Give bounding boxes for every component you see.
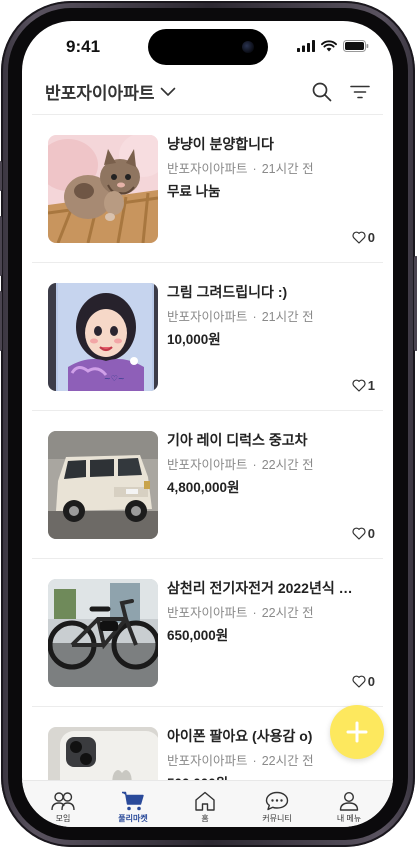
action-button	[0, 161, 2, 191]
item-price: 650,000원	[167, 628, 229, 643]
tab-my-menu[interactable]: 내 메뉴	[314, 784, 384, 826]
separator: ·	[252, 162, 257, 176]
item-meta: 반포자이아파트 · 21시간 전	[167, 306, 314, 325]
camera-icon	[242, 41, 254, 53]
volume-up-button	[0, 216, 2, 276]
cart-icon	[122, 791, 144, 811]
item-location: 반포자이아파트	[167, 606, 248, 620]
item-time: 22시간 전	[261, 458, 314, 472]
battery-icon	[343, 40, 369, 52]
item-meta: 반포자이아파트 · 21시간 전	[167, 158, 314, 177]
item-price: 10,000원	[167, 332, 221, 347]
tab-label: 커뮤니티	[262, 814, 292, 823]
item-price: 500,000원	[167, 772, 228, 780]
item-price: 4,800,000원	[167, 480, 240, 495]
item-location: 반포자이아파트	[167, 458, 248, 472]
tab-home[interactable]: 홈	[170, 784, 240, 826]
tab-label: 홈	[201, 814, 209, 823]
search-icon[interactable]	[310, 80, 334, 104]
heart-icon	[352, 675, 366, 688]
tab-label: 모임	[55, 814, 71, 823]
product-list: 냥냥이 분양합니다 반포자이아파트 · 21시간 전 무료 나눔 0 ~♡~ 그…	[22, 114, 393, 780]
separator: ·	[252, 310, 257, 324]
heart-icon	[352, 527, 366, 540]
status-time: 9:41	[66, 37, 101, 56]
item-price: 무료 나눔	[167, 184, 221, 199]
app-header: 반포자이아파트	[22, 71, 393, 113]
item-title: 그림 그려드립니다 :)	[167, 284, 288, 300]
heart-icon	[352, 379, 366, 392]
location-label: 반포자이아파트	[45, 84, 155, 103]
caricature-drawing: ~♡~	[48, 283, 158, 391]
chat-bubble-icon	[265, 791, 289, 811]
person-icon	[339, 791, 359, 811]
item-meta: 반포자이아파트 · 22시간 전	[167, 454, 314, 473]
tab-market[interactable]: 풀리마켓	[98, 784, 168, 826]
chevron-down-icon	[161, 87, 176, 96]
like-count-value: 1	[367, 378, 375, 393]
like-count[interactable]: 0	[352, 526, 375, 541]
list-item[interactable]: ~♡~ 그림 그려드립니다 :) 반포자이아파트 · 21시간 전 10,000원 …	[32, 262, 383, 411]
item-location: 반포자이아파트	[167, 310, 248, 324]
cellular-signal-icon	[297, 40, 315, 52]
item-location: 반포자이아파트	[167, 754, 248, 768]
separator: ·	[252, 606, 257, 620]
separator: ·	[252, 458, 257, 472]
status-icons	[297, 40, 369, 52]
item-title: 삼천리 전기자전거 2022년식 …	[167, 580, 353, 596]
heart-icon	[352, 231, 366, 244]
like-count-value: 0	[367, 674, 375, 689]
plus-icon	[346, 721, 368, 743]
filter-icon[interactable]	[348, 80, 372, 104]
svg-text:~♡~: ~♡~	[104, 374, 125, 383]
white-car-photo	[48, 431, 158, 539]
list-item[interactable]: 아이폰 팔아요 (사용감 o) 반포자이아파트·22시간 전 500,000원	[32, 706, 383, 780]
tab-label: 내 메뉴	[336, 814, 362, 823]
like-count-value: 0	[367, 230, 375, 245]
like-count[interactable]: 0	[352, 230, 375, 245]
item-meta: 반포자이아파트 · 22시간 전	[167, 750, 314, 769]
dynamic-island	[148, 29, 268, 65]
home-icon	[195, 791, 215, 811]
item-meta: 반포자이아파트 · 22시간 전	[167, 602, 314, 621]
item-time: 21시간 전	[261, 162, 314, 176]
tab-meetings[interactable]: 모임	[28, 784, 98, 826]
location-dropdown[interactable]: 반포자이아파트	[45, 79, 176, 104]
list-item[interactable]: 냥냥이 분양합니다 반포자이아파트 · 21시간 전 무료 나눔 0	[32, 114, 383, 263]
wifi-icon	[321, 40, 337, 52]
electric-bicycle-photo	[48, 579, 158, 687]
volume-down-button	[0, 291, 2, 351]
iphone-photo	[48, 727, 158, 780]
add-listing-button[interactable]	[330, 705, 384, 759]
people-icon	[51, 792, 75, 811]
item-title: 기아 레이 디럭스 중고차	[167, 432, 308, 448]
bottom-tab-bar: 모임 풀리마켓 홈 커뮤니티 내 메뉴	[22, 780, 393, 827]
like-count-value: 0	[367, 526, 375, 541]
tab-label: 풀리마켓	[118, 814, 148, 823]
separator: ·	[252, 754, 257, 768]
screen: 9:41 반포자이아파트 냥냥이 분양합니다 반포자이아파트 · 21시간 전 …	[22, 21, 393, 827]
tab-community[interactable]: 커뮤니티	[242, 784, 312, 826]
item-location: 반포자이아파트	[167, 162, 248, 176]
item-time: 22시간 전	[261, 754, 314, 768]
like-count[interactable]: 0	[352, 674, 375, 689]
item-title: 냥냥이 분양합니다	[167, 136, 274, 152]
list-item[interactable]: 기아 레이 디럭스 중고차 반포자이아파트 · 22시간 전 4,800,000원 …	[32, 410, 383, 559]
item-time: 21시간 전	[261, 310, 314, 324]
item-time: 22시간 전	[261, 606, 314, 620]
list-item[interactable]: 삼천리 전기자전거 2022년식 … 반포자이아파트 · 22시간 전 650,00…	[32, 558, 383, 707]
kitten-photo	[48, 135, 158, 243]
like-count[interactable]: 1	[352, 378, 375, 393]
